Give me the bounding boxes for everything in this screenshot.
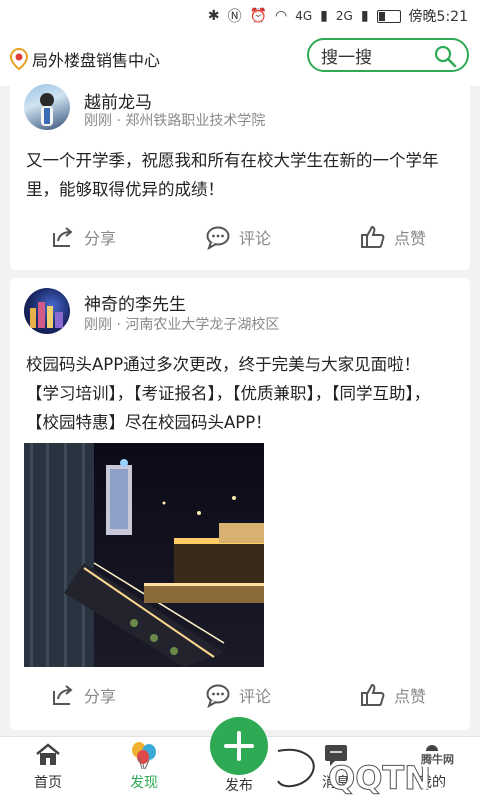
signal-bars-icon: ▮ (320, 8, 328, 24)
signal-bars-icon-2: ▮ (360, 8, 369, 24)
alarm-icon: ⏰ (249, 8, 268, 24)
tab-mine[interactable]: 我的 (402, 741, 462, 792)
post-actions: 分享 评论 点赞 (10, 224, 470, 260)
signal-4g: 4G (295, 9, 313, 23)
post-actions: 分享 评论 点赞 (10, 682, 470, 718)
comment-label: 评论 (239, 229, 272, 248)
post-content: 又一个开学季，祝愿我和所有在校大学生在新的一个学年里，能够取得优异的成绩！ (26, 151, 439, 199)
share-button[interactable]: 分享 (50, 682, 116, 708)
avatar[interactable] (24, 84, 70, 130)
night-city-photo (24, 443, 264, 667)
plus-icon (224, 731, 254, 761)
like-label: 点赞 (394, 229, 427, 248)
like-button[interactable]: 点赞 (360, 224, 426, 250)
message-icon (325, 745, 347, 766)
tab-home-label: 首页 (34, 775, 62, 791)
search-input[interactable]: 搜一搜 (307, 38, 469, 72)
user-icon (421, 745, 443, 767)
tab-discover[interactable]: 发现 (114, 741, 174, 792)
comment-button[interactable]: 评论 (205, 224, 271, 250)
location-label: 局外楼盘销售中心 (32, 51, 161, 70)
thumbs-up-icon (361, 225, 385, 248)
comment-icon (206, 226, 230, 250)
like-button[interactable]: 点赞 (360, 682, 426, 708)
bottom-nav: 首页 发现 发布 消息 我的 QQTN .com 腾牛网 (0, 717, 480, 800)
comment-icon (206, 684, 230, 708)
tab-mine-label: 我的 (418, 775, 446, 791)
signal-2g: 2G (335, 9, 353, 23)
thumbs-up-icon (361, 683, 385, 706)
tab-home[interactable]: 首页 (18, 741, 78, 792)
avatar[interactable] (24, 288, 70, 334)
home-icon (36, 743, 60, 765)
nfc-icon: Ⓝ (227, 9, 242, 25)
bluetooth-icon: ✱ (207, 8, 220, 24)
tab-message-label: 消息 (322, 775, 350, 791)
share-button[interactable]: 分享 (50, 224, 116, 250)
like-label: 点赞 (394, 687, 427, 706)
share-icon (53, 227, 73, 247)
share-label: 分享 (84, 687, 117, 706)
comment-label: 评论 (239, 687, 272, 706)
location-pin-icon (10, 48, 28, 70)
share-icon (53, 685, 73, 705)
post-meta: 刚刚 · 河南农业大学龙子湖校区 (84, 317, 280, 333)
search-placeholder: 搜一搜 (321, 47, 372, 68)
post-card: 神奇的李先生 刚刚 · 河南农业大学龙子湖校区 校园码头APP通过多次更改，终于… (10, 278, 470, 730)
post-meta: 刚刚 · 郑州铁路职业技术学院 (84, 113, 266, 129)
post-card: 越前龙马 刚刚 · 郑州铁路职业技术学院 又一个开学季，祝愿我和所有在校大学生在… (10, 78, 470, 270)
post-photo[interactable] (24, 443, 264, 667)
tab-discover-label: 发现 (130, 775, 158, 791)
publish-button[interactable] (210, 717, 268, 775)
wifi-icon: ◠ (275, 8, 288, 24)
search-icon[interactable] (433, 44, 457, 68)
tab-publish[interactable]: 发布 (209, 775, 269, 795)
post-content: 校园码头APP通过多次更改，终于完美与大家见面啦！【学习培训】，【考证报名】，【… (26, 355, 431, 432)
share-label: 分享 (84, 229, 117, 248)
post-author-name[interactable]: 神奇的李先生 (84, 290, 186, 315)
clock-text: 傍晚5:21 (408, 9, 468, 25)
comment-button[interactable]: 评论 (205, 682, 271, 708)
tab-publish-label: 发布 (225, 778, 253, 794)
location-selector[interactable]: 局外楼盘销售中心 (10, 47, 160, 71)
status-bar: ✱ Ⓝ ⏰ ◠ 4G ▮ 2G ▮ 傍晚5:21 (0, 0, 480, 32)
balloons-icon (132, 742, 156, 769)
battery-icon (376, 9, 401, 23)
tab-message[interactable]: 消息 (306, 741, 366, 792)
